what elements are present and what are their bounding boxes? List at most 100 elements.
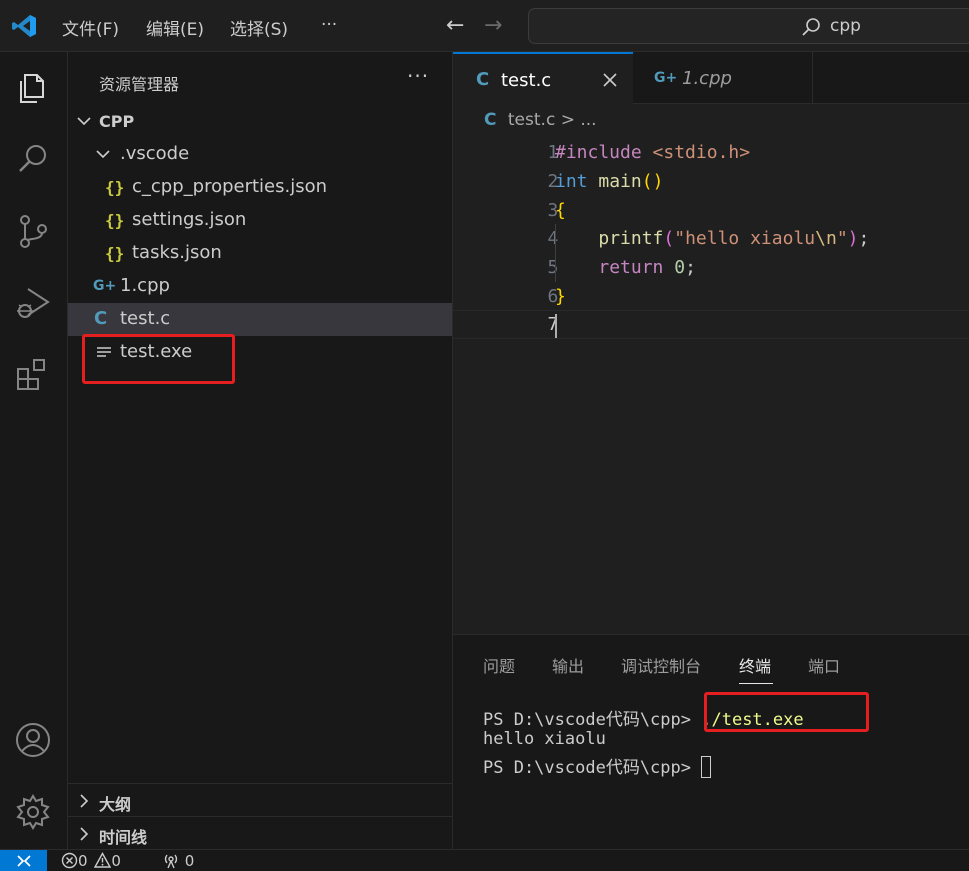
tree-file-label: settings.json [132,209,247,230]
tree-root-cpp[interactable]: CPP [68,105,452,138]
text-cursor [555,314,557,338]
command-center-text: cpp [830,16,861,36]
vscode-logo-icon [12,15,36,37]
remote-indicator[interactable] [0,850,47,871]
code-text: { [555,200,566,221]
activity-bar [0,52,68,849]
terminal-output: hello xiaolu [483,729,606,749]
outline-label: 大纲 [99,795,132,814]
terminal-cursor [701,756,712,778]
annotation-highlight-box [704,692,869,732]
menu-edit[interactable]: 编辑(E) [146,15,204,40]
terminal-prompt: PS D:\vscode代码\cpp> [483,710,691,730]
menu-more[interactable]: ··· [321,15,337,35]
tree-file-1cpp[interactable]: G+ 1.cpp [68,270,452,303]
panel-tab-debug-console[interactable]: 调试控制台 [621,653,701,677]
chevron-right-icon [80,827,89,841]
json-file-icon: {} [105,244,125,263]
chevron-right-icon [80,794,89,808]
code-text: #include <stdio.h> [555,142,751,163]
menu-file[interactable]: 文件(F) [62,15,119,40]
code-line-current[interactable]: 7 [453,310,969,339]
panel-tab-output[interactable]: 输出 [552,653,584,677]
tree-file-tasks[interactable]: {} tasks.json [68,237,452,270]
editor-area: C test.c G+ 1.cpp C test.c > ... 1 #incl… [453,52,969,634]
tab-1-cpp[interactable]: G+ 1.cpp [633,52,813,104]
tab-label: test.c [501,70,552,91]
errors-warnings-indicator[interactable]: 0 0 [61,852,121,870]
tree-file-label: tasks.json [132,242,222,263]
tab-label: 1.cpp [682,68,732,89]
code-text: } [555,286,566,307]
panel-tab-terminal[interactable]: 终端 [739,653,771,677]
tree-file-label: test.c [120,308,171,329]
source-control-icon[interactable] [14,212,52,250]
code-line[interactable]: 1 #include <stdio.h> [453,139,969,168]
search-icon[interactable] [14,140,52,178]
json-file-icon: {} [105,211,125,230]
terminal-prompt: PS D:\vscode代码\cpp> [483,758,691,778]
tree-file-label: c_cpp_properties.json [132,176,328,197]
title-bar: 文件(F) 编辑(E) 选择(S) ··· ← → cpp [0,0,969,52]
code-line[interactable]: 3 { [453,197,969,226]
menu-select[interactable]: 选择(S) [230,15,288,40]
tree-folder-vscode[interactable]: .vscode [68,138,452,171]
back-arrow-icon[interactable]: ← [446,13,464,38]
close-icon[interactable] [603,73,617,87]
terminal-line: hello xiaolu [483,729,606,749]
terminal-line[interactable]: PS D:\vscode代码\cpp> [483,753,712,778]
command-center-search[interactable]: cpp [528,8,969,44]
explorer-title: 资源管理器 [99,75,180,94]
ports-count: 0 [184,852,195,870]
explorer-icon[interactable] [14,69,52,107]
code-line[interactable]: 4 printf("hello xiaolu\n"); [453,225,969,254]
breadcrumb-rest[interactable]: > ... [555,110,597,130]
c-file-icon: C [476,69,490,90]
error-icon [61,852,78,869]
tab-test-c[interactable]: C test.c [453,52,633,104]
line-number: 7 [547,314,559,335]
breadcrumb-file[interactable]: test.c [508,110,555,130]
chevron-down-icon [77,117,91,126]
breadcrumb[interactable]: C test.c > ... [484,110,597,130]
bottom-panel: 问题 输出 调试控制台 终端 端口 PS D:\vscode代码\cpp> ./… [453,634,969,849]
warning-count: 0 [111,852,121,870]
panel-tab-problems[interactable]: 问题 [483,653,515,677]
tree-file-settings[interactable]: {} settings.json [68,204,452,237]
explorer-more-actions[interactable]: ··· [407,64,429,88]
chevron-down-icon [96,150,110,159]
error-count: 0 [78,852,88,870]
settings-gear-icon[interactable] [14,793,52,831]
annotation-highlight-box [82,334,235,384]
code-line[interactable]: 2 int main() [453,168,969,197]
status-bar: 0 0 0 [0,849,969,871]
tree-folder-label: .vscode [120,143,190,164]
tree-file-c-cpp-properties[interactable]: {} c_cpp_properties.json [68,171,452,204]
indent-guide [555,224,556,282]
extensions-icon[interactable] [14,356,52,394]
run-debug-icon[interactable] [14,284,52,322]
code-text: int main() [555,171,664,192]
code-line[interactable]: 5 return 0; [453,254,969,283]
code-text: return 0; [598,257,696,278]
outline-section-header[interactable]: 大纲 [68,783,452,816]
code-text: printf("hello xiaolu\n"); [598,228,870,249]
line-number: 3 [547,200,559,221]
timeline-section-header[interactable]: 时间线 [68,816,452,849]
c-file-icon: C [484,110,497,130]
timeline-label: 时间线 [99,828,148,847]
tree-file-testc[interactable]: C test.c [68,303,452,336]
line-number: 2 [547,171,559,192]
panel-tab-ports[interactable]: 端口 [808,653,840,677]
explorer-sidebar: 资源管理器 ··· CPP .vscode {} c_cpp_propertie… [68,52,453,849]
tree-file-label: 1.cpp [120,275,170,296]
ports-indicator[interactable]: 0 [162,852,194,870]
code-line[interactable]: 6 } [453,283,969,312]
forward-arrow-icon[interactable]: → [484,13,502,38]
warning-icon [94,852,112,868]
editor-tabs: C test.c G+ 1.cpp [453,52,969,104]
accounts-icon[interactable] [14,721,52,759]
cpp-file-icon: G+ [654,70,678,86]
line-number: 4 [547,228,559,249]
line-number: 1 [547,142,559,163]
